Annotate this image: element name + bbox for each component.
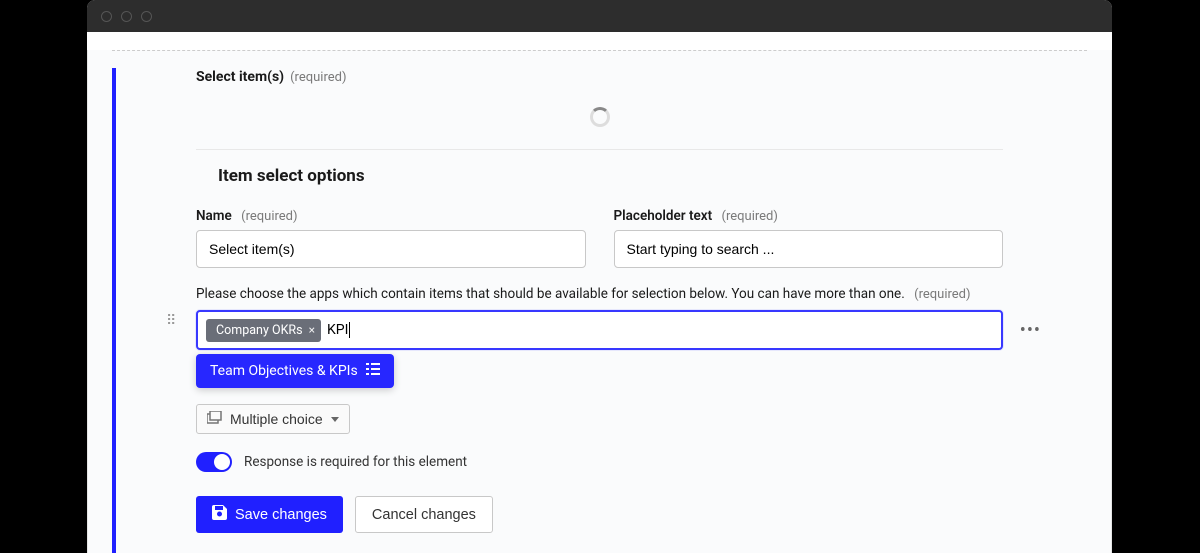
form-wrap: Select item(s) (required) Item select op… [132,51,1067,533]
placeholder-required: (required) [722,209,778,224]
element-title: Select item(s) [196,69,284,85]
dropdown-option-label: Team Objectives & KPIs [210,363,358,379]
loading-spinner-icon [590,107,610,127]
maximize-window-dot[interactable] [141,11,152,22]
multiple-choice-row: Multiple choice [196,404,1003,434]
name-field-col: Name (required) [196,208,586,268]
multiple-choice-label: Multiple choice [230,411,323,427]
cancel-button-label: Cancel changes [372,507,476,523]
action-buttons: Save changes Cancel changes [196,496,1003,533]
chip-label: Company OKRs [216,323,303,338]
required-toggle[interactable] [196,452,232,472]
section-divider [196,149,1003,150]
more-options-icon[interactable]: ••• [1020,320,1041,341]
apps-autocomplete-dropdown: Team Objectives & KPIs [196,354,394,388]
chevron-down-icon [331,417,339,422]
required-toggle-row: Response is required for this element [196,452,1003,472]
stack-icon [207,411,222,427]
content-area: Select item(s) (required) Item select op… [87,50,1112,553]
name-required: (required) [241,209,297,224]
section-title: Item select options [196,166,1003,186]
chip-remove-icon[interactable]: × [309,323,315,337]
multiple-choice-selector[interactable]: Multiple choice [196,404,350,434]
placeholder-field-col: Placeholder text (required) [614,208,1004,268]
chip-company-okrs: Company OKRs × [206,319,321,342]
required-toggle-label: Response is required for this element [244,454,467,470]
apps-tag-input[interactable]: Company OKRs × KPI [196,310,1003,350]
save-icon [212,505,227,524]
placeholder-input[interactable] [614,230,1004,268]
window-titlebar[interactable] [87,0,1112,32]
apps-typed-text[interactable]: KPI [327,322,993,338]
crescent-icon [196,169,210,183]
placeholder-label: Placeholder text (required) [614,208,1004,224]
save-button-label: Save changes [235,507,327,523]
required-label: (required) [290,70,346,85]
name-label-text: Name [196,208,232,224]
two-column-row: Name (required) Placeholder text (requir… [196,208,1003,268]
selection-rail [112,68,116,553]
list-icon [366,363,380,379]
apps-help-row: Please choose the apps which contain ite… [196,286,1003,302]
name-input[interactable] [196,230,586,268]
dropdown-option-team-objectives[interactable]: Team Objectives & KPIs [196,354,394,388]
apps-required: (required) [914,287,970,302]
app-window: Select item(s) (required) Item select op… [87,0,1112,553]
element-header: Select item(s) (required) [196,69,1003,85]
section-title-text: Item select options [218,166,365,186]
apps-tag-input-row: ⠿ ••• Company OKRs × KPI Team Objectives… [196,310,1003,350]
placeholder-label-text: Placeholder text [614,208,713,224]
cancel-button[interactable]: Cancel changes [355,496,493,533]
save-button[interactable]: Save changes [196,496,343,533]
minimize-window-dot[interactable] [121,11,132,22]
drag-handle-icon[interactable]: ⠿ [166,318,177,324]
name-label: Name (required) [196,208,586,224]
apps-help-text: Please choose the apps which contain ite… [196,286,905,302]
close-window-dot[interactable] [101,11,112,22]
toggle-knob [214,454,230,470]
